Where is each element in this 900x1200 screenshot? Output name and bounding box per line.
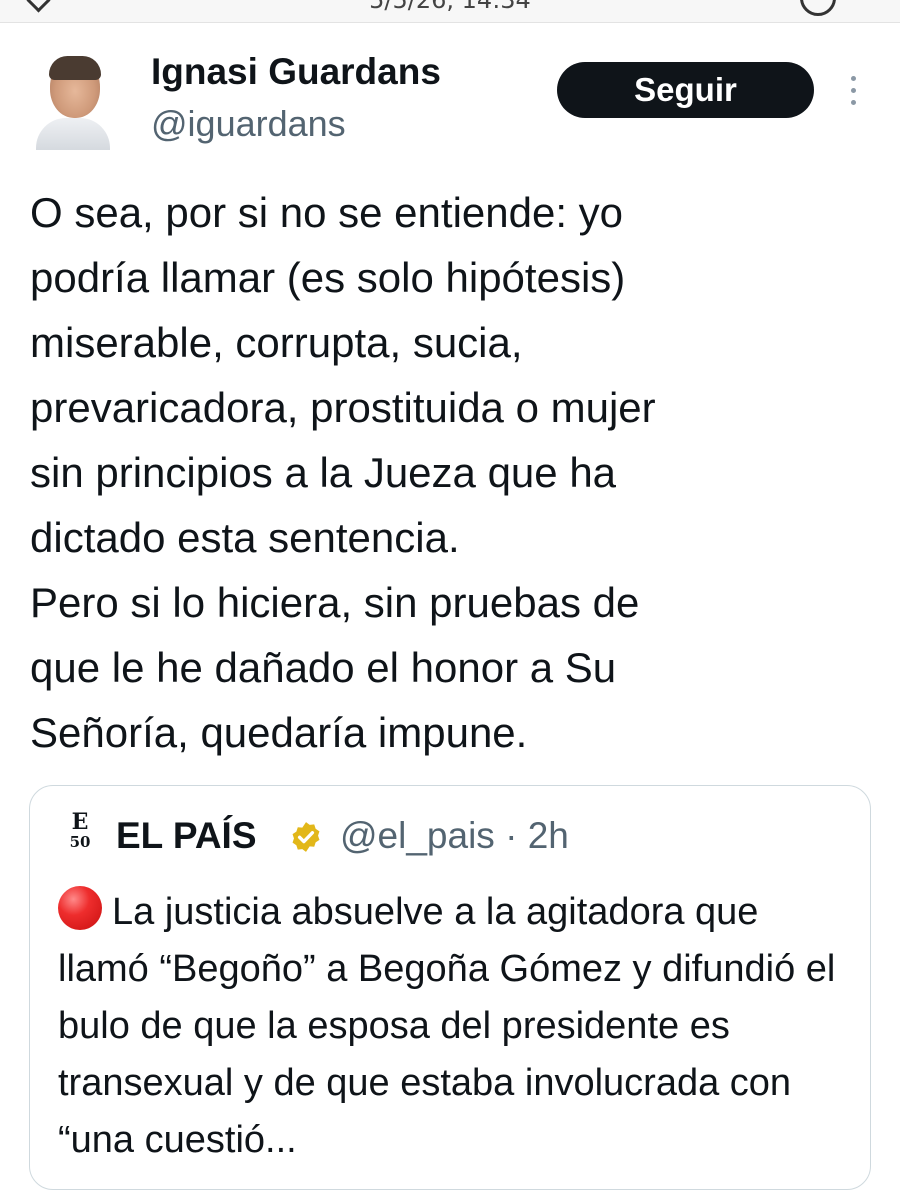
avatar[interactable]: [36, 56, 110, 150]
red-circle-icon: [58, 886, 102, 930]
quote-author-name[interactable]: EL PAÍS: [116, 814, 257, 858]
follow-button[interactable]: Seguir: [557, 62, 814, 118]
tweet-text: O sea, por si no se entiende: yo podría …: [30, 189, 656, 756]
author-display-name[interactable]: Ignasi Guardans: [151, 50, 441, 94]
more-vertical-icon[interactable]: [845, 76, 861, 108]
status-bar: 5/5/26, 14:34: [0, 0, 900, 23]
el-pais-logo-icon: E 50: [69, 809, 91, 851]
quoted-tweet-card[interactable]: E 50 EL PAÍS @el_pais · 2h La justicia a…: [29, 785, 871, 1190]
quote-text: La justicia absuelve a la agitadora que …: [58, 891, 836, 1161]
quote-text-block: La justicia absuelve a la agitadora que …: [58, 884, 858, 1169]
quote-handle-and-time: @el_pais · 2h: [340, 815, 569, 856]
author-handle[interactable]: @iguardans: [151, 102, 346, 146]
verified-badge-icon: [292, 822, 320, 852]
status-time: 5/5/26, 14:34: [369, 0, 531, 14]
